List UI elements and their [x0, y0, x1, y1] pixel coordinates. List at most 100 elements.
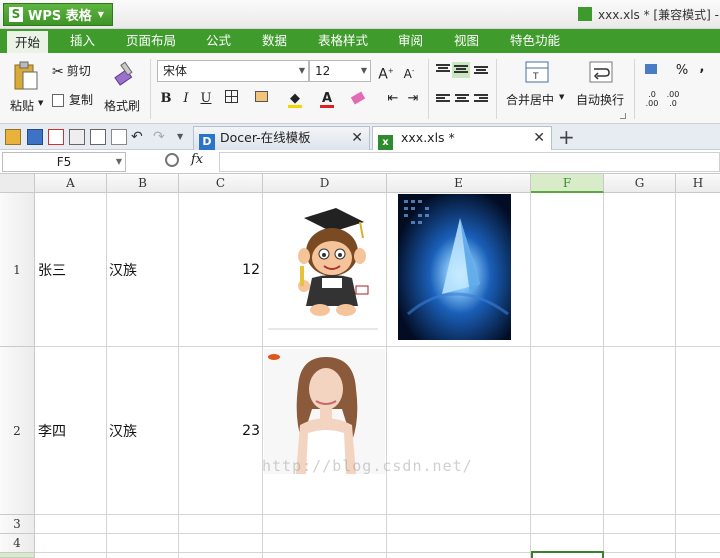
increase-font-size-icon[interactable]: A+	[377, 62, 395, 83]
font-name-select[interactable]: 宋体 ▼	[157, 60, 309, 82]
name-box[interactable]: F5 ▼	[2, 152, 126, 172]
wrap-text-label: 自动换行	[576, 93, 625, 107]
spell-check-icon[interactable]	[111, 129, 127, 145]
borders-icon[interactable]	[222, 90, 240, 108]
export-pdf-icon[interactable]	[48, 129, 64, 145]
cell-c1[interactable]: 12	[181, 193, 260, 346]
merge-cells-icon: T	[525, 61, 549, 83]
tab-home[interactable]: 开始	[7, 29, 49, 53]
align-top-icon[interactable]	[436, 64, 450, 74]
comma-style-button[interactable]: ,	[693, 59, 711, 77]
app-name-label: WPS 表格	[28, 9, 92, 24]
select-all-corner[interactable]	[0, 174, 35, 193]
increase-indent-icon[interactable]: ⇥	[404, 90, 422, 108]
blue-tech-image[interactable]	[398, 194, 511, 340]
insert-function-button[interactable]: fx	[191, 152, 203, 167]
decrease-indent-icon[interactable]: ⇤	[384, 90, 402, 108]
cartoon-graduate-image[interactable]	[264, 194, 386, 340]
cell-a2[interactable]: 李四	[38, 347, 104, 514]
close-icon[interactable]: ✕	[351, 127, 363, 149]
align-middle-icon[interactable]	[452, 62, 470, 78]
selected-cell-f5[interactable]	[531, 551, 604, 558]
open-folder-icon[interactable]	[5, 129, 21, 145]
column-header-d[interactable]: D	[263, 174, 387, 193]
align-center-icon[interactable]	[455, 94, 469, 104]
decrease-decimal-icon[interactable]: .00.0	[663, 90, 683, 108]
column-header-a[interactable]: A	[35, 174, 107, 193]
column-header-b[interactable]: B	[107, 174, 179, 193]
clear-format-icon[interactable]	[349, 90, 367, 108]
wps-app-menu-button[interactable]: S WPS 表格 ▼	[3, 3, 113, 26]
search-formula-icon[interactable]	[165, 153, 179, 167]
woman-portrait-image[interactable]	[264, 349, 385, 474]
tab-formulas[interactable]: 公式	[198, 29, 239, 53]
tab-review[interactable]: 审阅	[390, 29, 431, 53]
formula-input[interactable]	[219, 152, 720, 172]
grid-line	[35, 514, 720, 515]
customize-toolbar-icon[interactable]: ▼	[177, 129, 193, 145]
grid-line	[106, 193, 107, 558]
percent-style-button[interactable]: %	[673, 62, 691, 80]
tab-page-layout[interactable]: 页面布局	[118, 29, 184, 53]
tab-data[interactable]: 数据	[254, 29, 295, 53]
format-painter-button[interactable]: 格式刷	[104, 59, 144, 119]
row-header-4[interactable]: 4	[0, 534, 35, 553]
wrap-text-button[interactable]: 自动换行	[574, 59, 630, 119]
document-title-text: xxx.xls * [兼容模式] -	[598, 8, 719, 22]
tab-docer-templates[interactable]: D Docer-在线模板 ✕	[193, 126, 370, 150]
tab-table-style[interactable]: 表格样式	[310, 29, 376, 53]
ribbon-divider	[496, 59, 497, 119]
cell-b1[interactable]: 汉族	[109, 193, 175, 346]
underline-icon[interactable]: U	[197, 90, 215, 108]
row-header-2[interactable]: 2	[0, 347, 35, 515]
increase-decimal-icon[interactable]: .0.00	[642, 90, 662, 108]
tab-view[interactable]: 视图	[446, 29, 487, 53]
bold-icon[interactable]: B	[157, 90, 175, 108]
currency-format-icon[interactable]	[642, 62, 660, 80]
fill-color-icon[interactable]: ◆	[286, 90, 304, 108]
column-header-g[interactable]: G	[604, 174, 676, 193]
column-header-e[interactable]: E	[387, 174, 531, 193]
paste-button[interactable]: 粘贴 ▼	[10, 59, 44, 119]
cut-button[interactable]: ✂ 剪切	[52, 62, 91, 80]
cell-a1[interactable]: 张三	[38, 193, 104, 346]
grid-line	[35, 552, 720, 553]
excel-file-icon: x	[378, 135, 393, 150]
print-preview-icon[interactable]	[90, 129, 106, 145]
align-bottom-icon[interactable]	[474, 66, 488, 76]
save-icon[interactable]	[27, 129, 43, 145]
tab-special-features[interactable]: 特色功能	[502, 29, 568, 53]
row-header-3[interactable]: 3	[0, 515, 35, 534]
italic-icon[interactable]: I	[177, 90, 195, 108]
cut-label: 剪切	[66, 64, 91, 78]
tab-insert[interactable]: 插入	[62, 29, 103, 53]
align-left-icon[interactable]	[436, 94, 450, 104]
undo-icon[interactable]: ↶	[131, 129, 147, 145]
row-header-1[interactable]: 1	[0, 193, 35, 347]
new-tab-button[interactable]: +	[558, 126, 575, 148]
font-size-select[interactable]: 12 ▼	[309, 60, 371, 82]
cell-c2[interactable]: 23	[181, 347, 260, 514]
chevron-down-icon: ▼	[115, 157, 122, 166]
copy-button[interactable]: 复制	[52, 91, 93, 108]
close-icon[interactable]: ✕	[533, 127, 545, 149]
merge-center-button[interactable]: T 合并居中 ▼	[503, 59, 569, 119]
row-header-5[interactable]	[0, 553, 35, 558]
grid-line	[603, 193, 604, 558]
redo-icon[interactable]: ↷	[153, 129, 169, 145]
font-color-icon[interactable]: A	[318, 90, 336, 108]
column-header-c[interactable]: C	[179, 174, 263, 193]
column-header-h[interactable]: H	[676, 174, 720, 193]
tab-xxx-xls[interactable]: x xxx.xls * ✕	[372, 126, 552, 150]
watermark-text: http://blog.csdn.net/	[262, 457, 473, 475]
decrease-font-size-icon[interactable]: A-	[400, 62, 418, 81]
copy-icon	[52, 94, 64, 107]
cell-b2[interactable]: 汉族	[109, 347, 175, 514]
cell-style-icon[interactable]	[252, 90, 270, 108]
column-header-f[interactable]: F	[531, 174, 604, 193]
ribbon-divider	[150, 59, 151, 119]
print-icon[interactable]	[69, 129, 85, 145]
formula-bar: F5 ▼ fx	[0, 150, 720, 174]
align-right-icon[interactable]	[474, 94, 488, 104]
dialog-launcher-icon[interactable]	[620, 113, 626, 119]
